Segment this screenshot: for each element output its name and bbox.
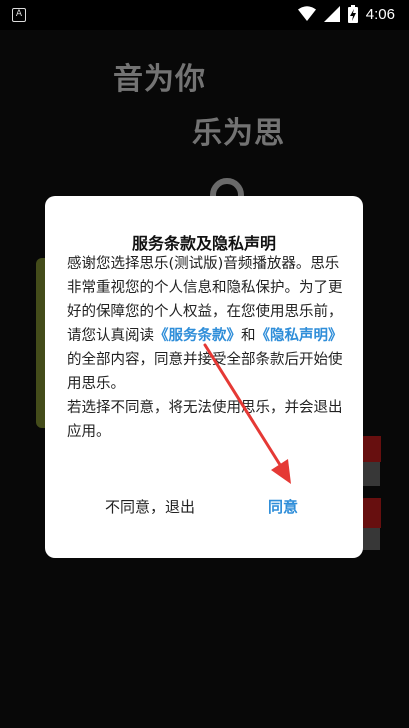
dialog-body-text-2: 的全部内容，同意并接受全部条款后开始使用思乐。 bbox=[67, 352, 343, 392]
privacy-statement-link[interactable]: 《隐私声明》 bbox=[256, 328, 343, 344]
terms-privacy-dialog: 服务条款及隐私声明 感谢您选择思乐(测试版)音频播放器。思乐非常重视您的个人信息… bbox=[45, 196, 363, 558]
battery-charging-icon bbox=[347, 5, 358, 23]
dialog-body-text-3: 若选择不同意，将无法使用思乐，并会退出应用。 bbox=[67, 400, 343, 440]
dialog-title: 服务条款及隐私声明 bbox=[131, 234, 276, 253]
cellular-signal-icon bbox=[323, 6, 340, 22]
status-icons: 4:06 bbox=[297, 5, 395, 23]
dialog-body: 感谢您选择思乐(测试版)音频播放器。思乐非常重视您的个人信息和隐私保护。为了更好… bbox=[67, 252, 345, 444]
terms-of-service-link[interactable]: 《服务条款》 bbox=[154, 328, 241, 344]
clock-time: 4:06 bbox=[365, 5, 395, 23]
dialog-body-and: 和 bbox=[241, 328, 256, 344]
app-notification-icon: A bbox=[12, 8, 26, 22]
status-bar: A 4:06 bbox=[0, 0, 409, 30]
disagree-exit-button[interactable]: 不同意，退出 bbox=[105, 496, 195, 517]
wifi-icon bbox=[297, 6, 316, 22]
agree-button[interactable]: 同意 bbox=[268, 496, 298, 517]
